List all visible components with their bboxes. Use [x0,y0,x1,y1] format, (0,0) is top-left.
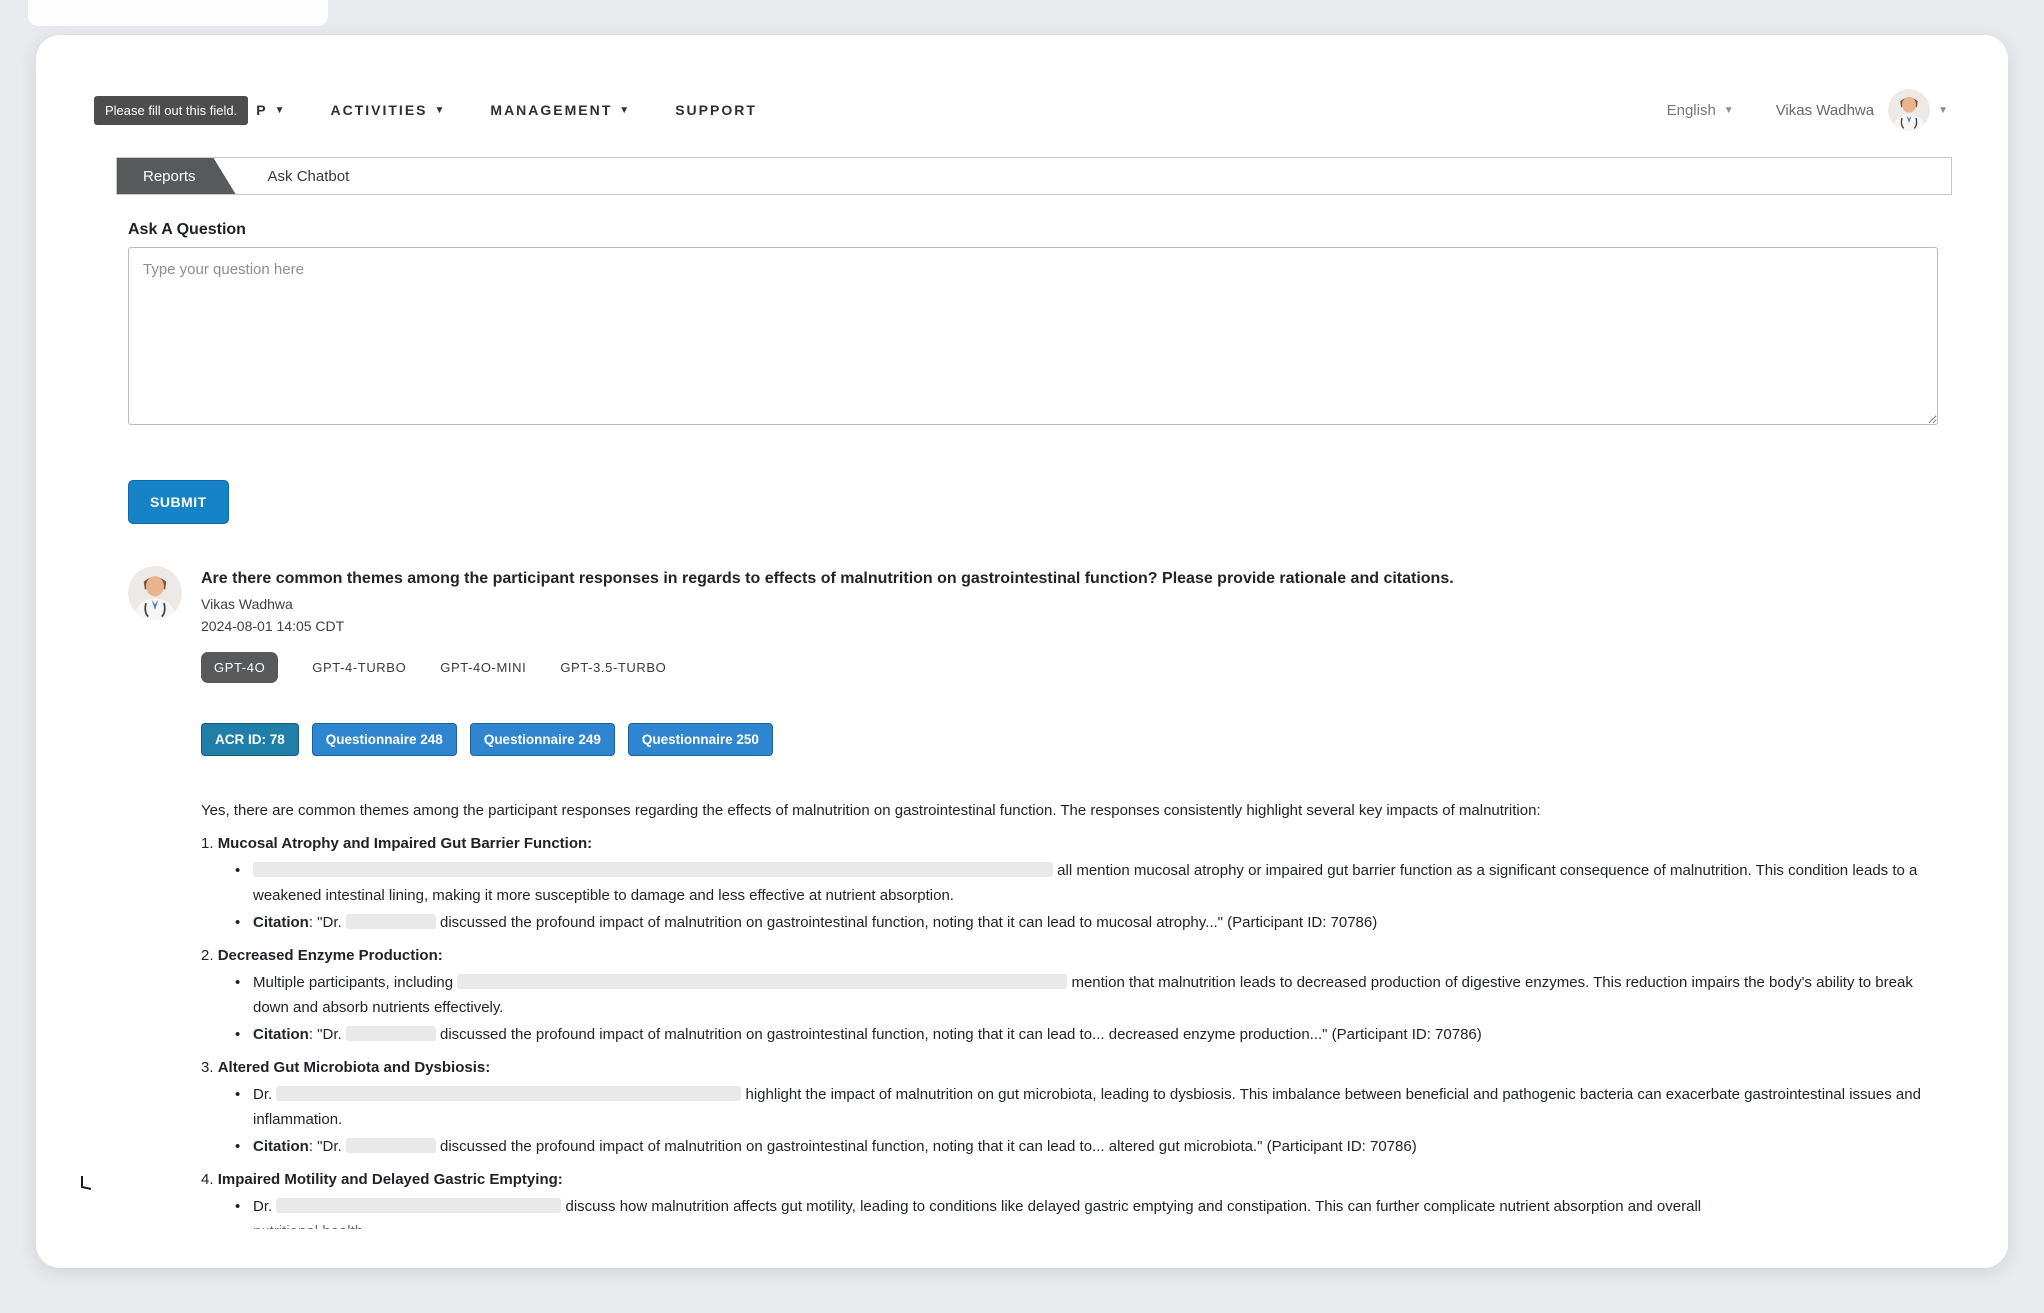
chevron-down-icon: ▼ [619,104,632,116]
window-edge [28,0,328,26]
section-heading: 4. Impaired Motility and Delayed Gastric… [201,1170,563,1188]
language-label: English [1666,101,1716,119]
submit-button[interactable]: SUBMIT [128,480,229,524]
bullet-item: Dr. highlight the impact of malnutrition… [201,1082,1938,1132]
section-title: Impaired Motility and Delayed Gastric Em… [217,1170,563,1188]
bullet-item: Citation: "Dr. discussed the profound im… [201,1134,1938,1159]
chevron-down-icon: ▼ [434,104,447,116]
bullet-item: all mention mucosal atrophy or impaired … [201,858,1938,908]
header-right: English ▼ Vikas Wadhwa ▼ [1667,89,1948,131]
nav-item-p[interactable]: P ▼ [256,102,286,118]
nav-item-label: ACTIVITIES [330,102,428,118]
section-title: Mucosal Atrophy and Impaired Gut Barrier… [217,834,593,852]
chatbot-response: Yes, there are common themes among the p… [201,798,1938,1229]
question-text: Are there common themes among the partic… [201,570,1454,587]
question-meta: Are there common themes among the partic… [201,566,1454,634]
tab-ask-chatbot[interactable]: Ask Chatbot [236,158,382,194]
nav-item-label: P [256,102,268,118]
redacted-text [276,1197,562,1213]
chevron-down-icon: ▼ [274,104,287,116]
nav-menu: P ▼ ACTIVITIES ▼ MANAGEMENT ▼ SUPPORT [256,102,801,118]
ask-a-question-label: Ask A Question [128,221,246,238]
question-thread: Are there common themes among the partic… [128,566,1938,634]
tab-bar: Reports Ask Chatbot [116,157,1952,195]
nav-item-support[interactable]: SUPPORT [675,102,757,118]
question-author: Vikas Wadhwa [201,595,293,612]
redacted-text [276,1085,742,1101]
redacted-text [345,1025,436,1041]
tab-reports[interactable]: Reports [117,158,236,194]
nav-item-management[interactable]: MANAGEMENT ▼ [490,102,631,118]
bold-label: Citation [253,1137,309,1155]
clipped-text-line: nutritional health. [201,1219,1938,1229]
question-timestamp: 2024-08-01 14:05 CDT [201,617,345,634]
response-sections: 1. Mucosal Atrophy and Impaired Gut Barr… [201,831,1938,1229]
chevron-down-icon: ▼ [1723,104,1734,116]
model-tab-gpt-4o-mini[interactable]: GPT-4O-MINI [440,652,526,683]
bold-label: Citation [253,1025,309,1043]
bullet-item: Citation: "Dr. discussed the profound im… [201,1022,1938,1047]
bullet-item: Dr. discuss how malnutrition affects gut… [201,1194,1938,1219]
app-window: Please fill out this field. P ▼ ACTIVITIES… [36,35,2008,1268]
redacted-text [253,861,1053,877]
nav-item-label: MANAGEMENT [490,102,613,118]
section-heading: 1. Mucosal Atrophy and Impaired Gut Barr… [201,834,593,852]
user-name: Vikas Wadhwa [1775,101,1875,119]
doctor-photo-icon [1888,89,1931,131]
redacted-text [457,973,1068,989]
section-heading: 3. Altered Gut Microbiota and Dysbiosis: [201,1058,491,1076]
badge[interactable]: Questionnaire 249 [469,722,615,756]
chevron-down-icon[interactable]: ▼ [1938,105,1948,116]
response-intro: Yes, there are common themes among the p… [201,801,1541,819]
bold-label: Citation [253,913,309,931]
nav-item-activities[interactable]: ACTIVITIES ▼ [330,102,446,118]
doctor-photo-icon [128,566,182,620]
redacted-text [345,1137,436,1153]
section-title: Altered Gut Microbiota and Dysbiosis: [217,1058,491,1076]
section-title: Decreased Enzyme Production: [217,946,443,964]
avatar [128,566,182,620]
bullet-item: Citation: "Dr. discussed the profound im… [201,910,1938,935]
model-tab-gpt-4o[interactable]: GPT-4O [201,651,279,683]
text-cursor-artifact [81,1176,92,1190]
model-tabs: GPT-4O GPT-4-TURBO GPT-4O-MINI GPT-3.5-TURB… [201,651,1938,683]
nav-item-label: SUPPORT [675,102,757,118]
model-tab-gpt-3.5-turbo[interactable]: GPT-3.5-TURBO [560,652,666,683]
avatar[interactable] [1888,89,1931,131]
badge-row: ACR ID: 78 Questionnaire 248 Questionnaire… [201,722,1938,756]
section-heading: 2. Decreased Enzyme Production: [201,946,443,964]
badge[interactable]: Questionnaire 250 [627,722,773,756]
model-tab-gpt-4-turbo[interactable]: GPT-4-TURBO [312,652,406,683]
bullet-item: Multiple participants, including mention… [201,970,1938,1020]
redacted-text [345,913,436,929]
badge[interactable]: ACR ID: 78 [201,722,299,756]
top-navigation: Please fill out this field. P ▼ ACTIVITIES… [36,35,2008,131]
validation-tooltip: Please fill out this field. [94,95,249,125]
question-input[interactable] [128,247,1938,425]
language-selector[interactable]: English ▼ [1667,102,1734,119]
badge[interactable]: Questionnaire 248 [311,722,457,756]
